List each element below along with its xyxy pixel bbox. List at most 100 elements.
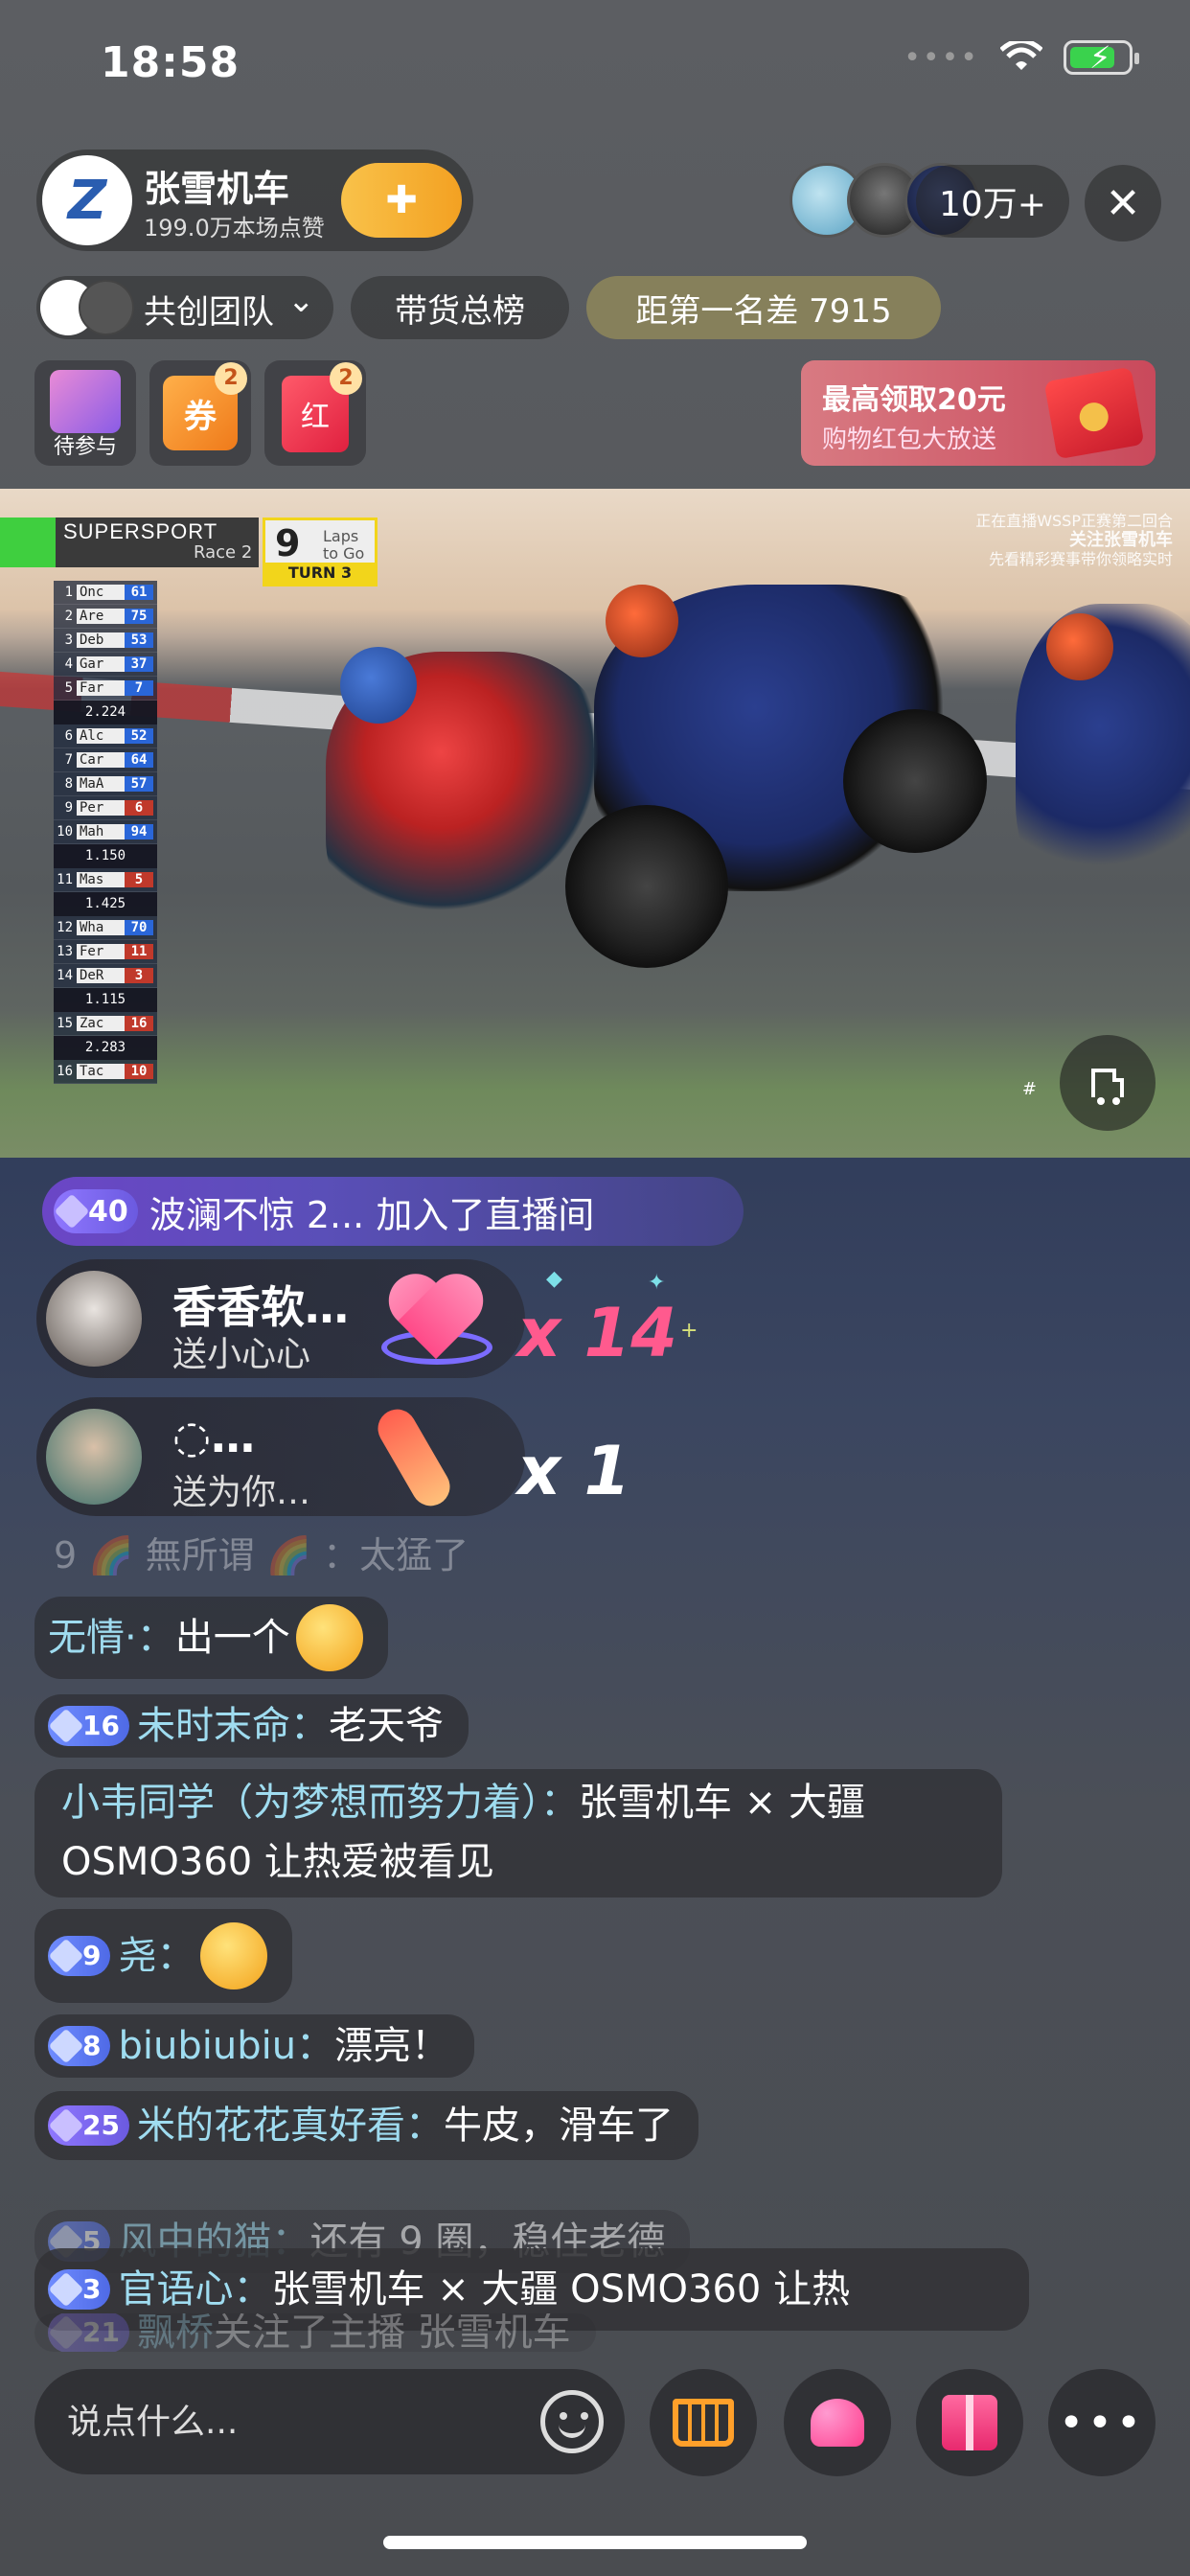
status-bar: 18:58 •••• ⚡ xyxy=(0,0,1190,134)
coupon-count-badge: 2 xyxy=(215,362,247,395)
standings-rider: Fer xyxy=(77,944,125,959)
chat-username[interactable]: 官语心： xyxy=(118,2260,271,2319)
standings-rider: Gar xyxy=(77,656,125,672)
chat-text: 牛皮，滑车了 xyxy=(443,2104,674,2148)
chat-username[interactable]: biubiubiu： xyxy=(118,2016,334,2076)
standings-number: 61 xyxy=(125,585,153,600)
redpacket-subtitle: 购物红包大放送 xyxy=(822,426,997,454)
chat-message[interactable]: 16 未时末命： 老天爷 xyxy=(34,1694,469,1758)
red-envelope-icon xyxy=(1043,366,1145,460)
join-notification: 40 波澜不惊 2... 加入了直播间 xyxy=(42,1177,744,1246)
standings-position: 5 xyxy=(64,680,73,696)
live-video[interactable]: SUPERSPORT Race 2 9 Laps to Go TURN 3 1 On… xyxy=(0,489,1190,1158)
follow-button[interactable]: ✚ xyxy=(341,163,462,238)
standings-row: 5 Far 7 xyxy=(54,677,157,701)
standings-number: 3 xyxy=(125,968,153,983)
user-level-badge: 40 xyxy=(54,1189,138,1233)
gift-sender-name: ◌… xyxy=(172,1411,256,1462)
standings-rider: Tac xyxy=(77,1064,125,1079)
rank-gap-badge[interactable]: 距第一名差 7915 xyxy=(586,276,941,339)
chat-text: 张雪机车 × 大疆 OSMO360 让热 xyxy=(271,2267,851,2312)
cart-icon xyxy=(673,2399,734,2447)
standings-position: 11 xyxy=(57,872,73,887)
standings-number: 5 xyxy=(125,872,153,887)
chat-username[interactable]: 尧： xyxy=(118,1926,195,1986)
series-flag xyxy=(0,518,56,567)
user-level-badge: 25 xyxy=(48,2105,129,2146)
shopping-cart-button[interactable] xyxy=(650,2369,757,2476)
standings-rider: Are xyxy=(77,609,125,624)
laps-label: Laps to Go xyxy=(323,527,365,563)
standings-row: 13 Fer 11 xyxy=(54,940,157,964)
home-indicator[interactable] xyxy=(383,2536,807,2549)
standings-position: 12 xyxy=(57,920,73,935)
chat-username[interactable]: 小韦同学（为梦想而努力着）： xyxy=(61,1781,579,1825)
chat-username[interactable]: 米的花花真好看： xyxy=(137,2096,444,2155)
team-avatar xyxy=(79,280,134,335)
standings-row: 1 Onc 61 xyxy=(54,581,157,605)
comment-input-box[interactable] xyxy=(34,2369,625,2474)
helmet xyxy=(1046,613,1113,680)
chat-text: 关注了主播 张雪机车 xyxy=(213,2313,571,2352)
standings-rider: Car xyxy=(77,752,125,768)
standings-number: 57 xyxy=(125,776,153,792)
chat-message[interactable]: 21 飘桥 关注了主播 张雪机车 xyxy=(34,2313,596,2352)
fullscreen-icon[interactable] xyxy=(1060,1035,1156,1131)
avatar[interactable] xyxy=(46,1271,142,1367)
helmet xyxy=(606,585,678,657)
chat-username[interactable]: 未时末命： xyxy=(137,1696,329,1756)
team-button[interactable]: 共创团队 ⌄ xyxy=(36,276,333,339)
like-button[interactable] xyxy=(784,2369,891,2476)
red-envelope-activity[interactable]: 红 2 xyxy=(264,360,366,466)
standings-number: 52 xyxy=(125,728,153,744)
chat-username[interactable]: 无情·： xyxy=(48,1608,175,1668)
chat-message[interactable]: 25 米的花花真好看： 牛皮，滑车了 xyxy=(34,2091,698,2160)
standings-rider: Deb xyxy=(77,632,125,648)
chat-message[interactable]: 8 biubiubiu： 漂亮！ xyxy=(34,2014,475,2078)
lottery-activity[interactable]: 待参与 xyxy=(34,360,136,466)
standings-rider: Mah xyxy=(77,824,125,840)
standings-position: 10 xyxy=(57,824,73,840)
standings-number: 7 xyxy=(125,680,153,696)
user-level-badge: 16 xyxy=(48,1706,129,1746)
comment-input[interactable] xyxy=(67,2394,527,2450)
chat-username[interactable]: 飘桥 xyxy=(137,2313,214,2352)
redpacket-banner[interactable]: 最高领取20元 购物红包大放送 xyxy=(801,360,1156,466)
standings-number: 6 xyxy=(125,800,153,816)
emoji-picker-icon[interactable] xyxy=(540,2390,604,2453)
more-icon: ••• xyxy=(1059,2398,1145,2448)
gem-icon xyxy=(54,1193,90,1230)
more-button[interactable]: ••• xyxy=(1048,2369,1156,2476)
avatar[interactable] xyxy=(46,1409,142,1505)
standings-row: 16 Tac 10 xyxy=(54,1060,157,1084)
standings-number: 70 xyxy=(125,920,153,935)
standings-position: 13 xyxy=(57,944,73,959)
activity-label: 待参与 xyxy=(53,435,117,459)
race-label: Race 2 xyxy=(194,542,253,563)
gift-action: 送为你… xyxy=(172,1473,311,1512)
gift-notification[interactable]: ◌… 送为你… xyxy=(36,1397,525,1516)
chat-message[interactable]: 9 尧： xyxy=(34,1909,293,2003)
host-info[interactable]: Z 张雪机车 199.0万本场点赞 ✚ xyxy=(36,150,473,251)
chat-text: 出一个 xyxy=(174,1616,290,1660)
standings-row: 15 Zac 16 xyxy=(54,1012,157,1036)
standings-position: 15 xyxy=(57,1016,73,1031)
gift-button[interactable] xyxy=(916,2369,1023,2476)
standings-number: 94 xyxy=(125,824,153,840)
standings-rider: Wha xyxy=(77,920,125,935)
coupon-activity[interactable]: 券 2 xyxy=(149,360,251,466)
standings-rider: Far xyxy=(77,680,125,696)
standings-rider: Alc xyxy=(77,728,125,744)
turn-label: TURN 3 xyxy=(265,563,375,584)
viewer-count[interactable]: 10万+ xyxy=(916,165,1069,238)
host-avatar[interactable]: Z xyxy=(42,155,132,245)
standings-position: 1 xyxy=(64,585,73,600)
battery-icon: ⚡ xyxy=(1064,39,1139,76)
chat-message[interactable]: 无情·： 出一个 xyxy=(34,1597,388,1679)
sales-rank-button[interactable]: 带货总榜 xyxy=(351,276,569,339)
standings-number: 11 xyxy=(125,944,153,959)
close-button[interactable]: ✕ xyxy=(1085,165,1161,242)
standings-row: 6 Alc 52 xyxy=(54,724,157,748)
chat-message[interactable]: 小韦同学（为梦想而努力着）：张雪机车 × 大疆 OSMO360 让热爱被看见 xyxy=(34,1769,1002,1898)
standings-row: 10 Mah 94 xyxy=(54,820,157,844)
